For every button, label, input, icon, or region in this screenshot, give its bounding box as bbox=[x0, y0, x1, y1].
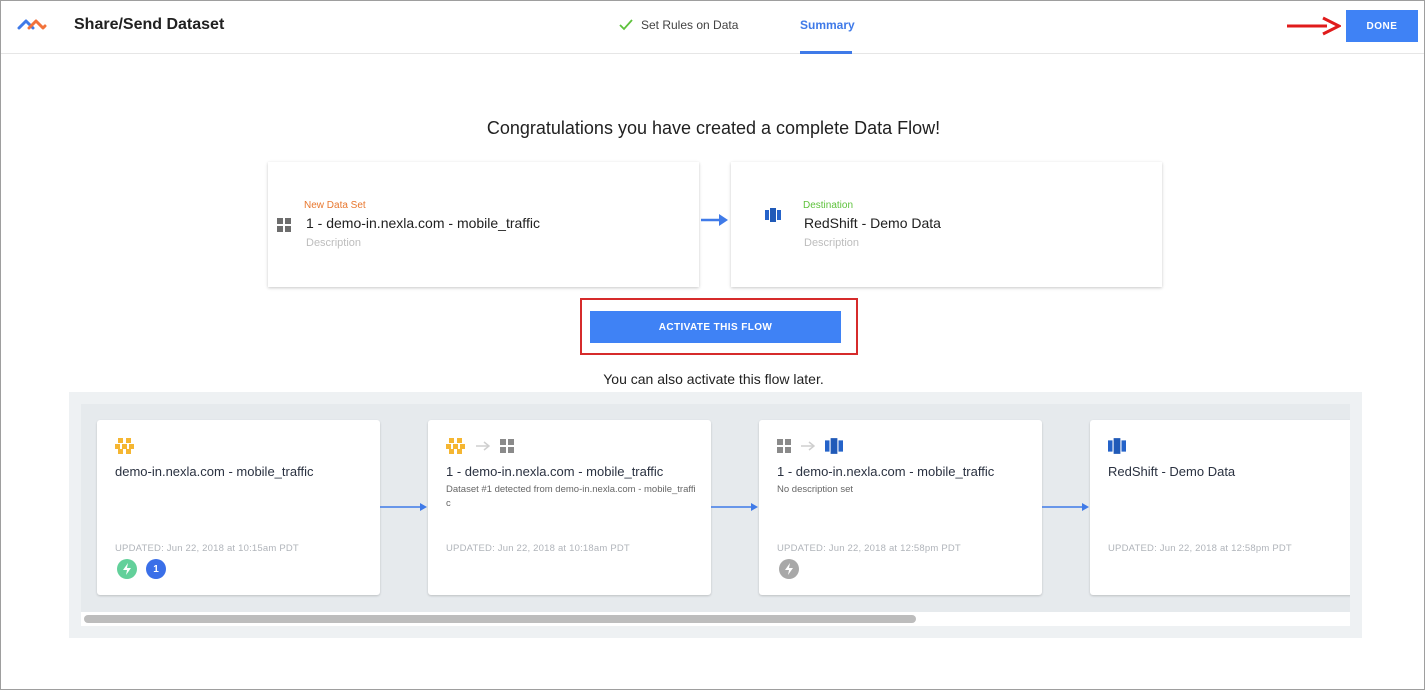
node-title: RedShift - Demo Data bbox=[1108, 464, 1236, 479]
grid-icon bbox=[277, 218, 291, 232]
source-kicker: New Data Set bbox=[304, 200, 366, 211]
arrow-right-icon bbox=[1042, 503, 1089, 511]
node-badges bbox=[779, 559, 799, 579]
arrow-right-icon bbox=[801, 441, 815, 451]
node-title: 1 - demo-in.nexla.com - mobile_traffic bbox=[446, 464, 664, 479]
grid-icon bbox=[777, 439, 791, 453]
scrollbar-thumb[interactable] bbox=[84, 615, 916, 623]
check-icon bbox=[619, 19, 633, 31]
node-icons bbox=[1108, 436, 1126, 456]
redshift-icon bbox=[1108, 438, 1126, 454]
node-icons bbox=[446, 436, 514, 456]
congrats-heading: Congratulations you have created a compl… bbox=[486, 118, 941, 138]
arrow-right-icon bbox=[476, 441, 490, 451]
arrow-right-icon bbox=[711, 503, 758, 511]
lightning-icon[interactable] bbox=[779, 559, 799, 579]
redshift-icon bbox=[825, 438, 843, 454]
lightning-icon[interactable] bbox=[117, 559, 137, 579]
annotation-arrow-icon bbox=[1287, 16, 1341, 36]
app-logo-icon bbox=[17, 19, 47, 30]
source-dataset-card[interactable]: New Data Set 1 - demo-in.nexla.com - mob… bbox=[268, 162, 699, 287]
destination-description[interactable]: Description bbox=[804, 237, 859, 249]
step-set-rules[interactable]: Set Rules on Data bbox=[619, 18, 738, 32]
node-icons bbox=[115, 436, 135, 456]
node-title: demo-in.nexla.com - mobile_traffic bbox=[115, 464, 314, 479]
activate-flow-button[interactable]: ACTIVATE THIS FLOW bbox=[590, 311, 841, 343]
destination-name: RedShift - Demo Data bbox=[804, 215, 941, 231]
node-updated: UPDATED: Jun 22, 2018 at 10:15am PDT bbox=[115, 543, 299, 554]
redshift-icon bbox=[765, 208, 781, 222]
aws-s3-icon bbox=[115, 438, 134, 454]
node-icons bbox=[777, 436, 843, 456]
node-description: No description set bbox=[777, 484, 854, 495]
source-name: 1 - demo-in.nexla.com - mobile_traffic bbox=[306, 215, 540, 231]
arrow-right-icon bbox=[380, 503, 427, 511]
done-button[interactable]: DONE bbox=[1346, 10, 1418, 42]
count-badge[interactable]: 1 bbox=[146, 559, 166, 579]
window-frame: Share/Send Dataset Set Rules on Data Sum… bbox=[0, 0, 1425, 690]
page-title: Share/Send Dataset bbox=[74, 16, 225, 33]
aws-s3-icon bbox=[446, 438, 465, 454]
arrow-right-icon bbox=[701, 214, 728, 226]
step-set-rules-label: Set Rules on Data bbox=[641, 18, 739, 32]
source-description[interactable]: Description bbox=[306, 237, 361, 249]
grid-icon bbox=[500, 439, 514, 453]
flow-node-sink[interactable]: 1 - demo-in.nexla.com - mobile_traffic N… bbox=[759, 420, 1042, 595]
node-badges: 1 bbox=[117, 559, 166, 579]
node-title: 1 - demo-in.nexla.com - mobile_traffic bbox=[777, 464, 995, 479]
flow-diagram-canvas[interactable]: demo-in.nexla.com - mobile_traffic UPDAT… bbox=[81, 404, 1350, 612]
destination-card[interactable]: Destination RedShift - Demo Data Descrip… bbox=[731, 162, 1162, 287]
node-description: Dataset #1 detected from demo-in.nexla.c… bbox=[446, 484, 696, 509]
activate-later-note: You can also activate this flow later. bbox=[603, 371, 824, 387]
destination-kicker: Destination bbox=[803, 200, 854, 211]
node-updated: UPDATED: Jun 22, 2018 at 10:18am PDT bbox=[446, 543, 630, 554]
active-step-indicator bbox=[800, 51, 852, 54]
step-summary[interactable]: Summary bbox=[800, 18, 855, 32]
flow-node-source[interactable]: demo-in.nexla.com - mobile_traffic UPDAT… bbox=[97, 420, 380, 595]
node-updated: UPDATED: Jun 22, 2018 at 12:58pm PDT bbox=[777, 543, 961, 554]
node-updated: UPDATED: Jun 22, 2018 at 12:58pm PDT bbox=[1108, 543, 1292, 554]
flow-node-destination[interactable]: RedShift - Demo Data UPDATED: Jun 22, 20… bbox=[1090, 420, 1350, 595]
flow-node-dataset[interactable]: 1 - demo-in.nexla.com - mobile_traffic D… bbox=[428, 420, 711, 595]
top-bar: Share/Send Dataset Set Rules on Data Sum… bbox=[1, 1, 1424, 54]
